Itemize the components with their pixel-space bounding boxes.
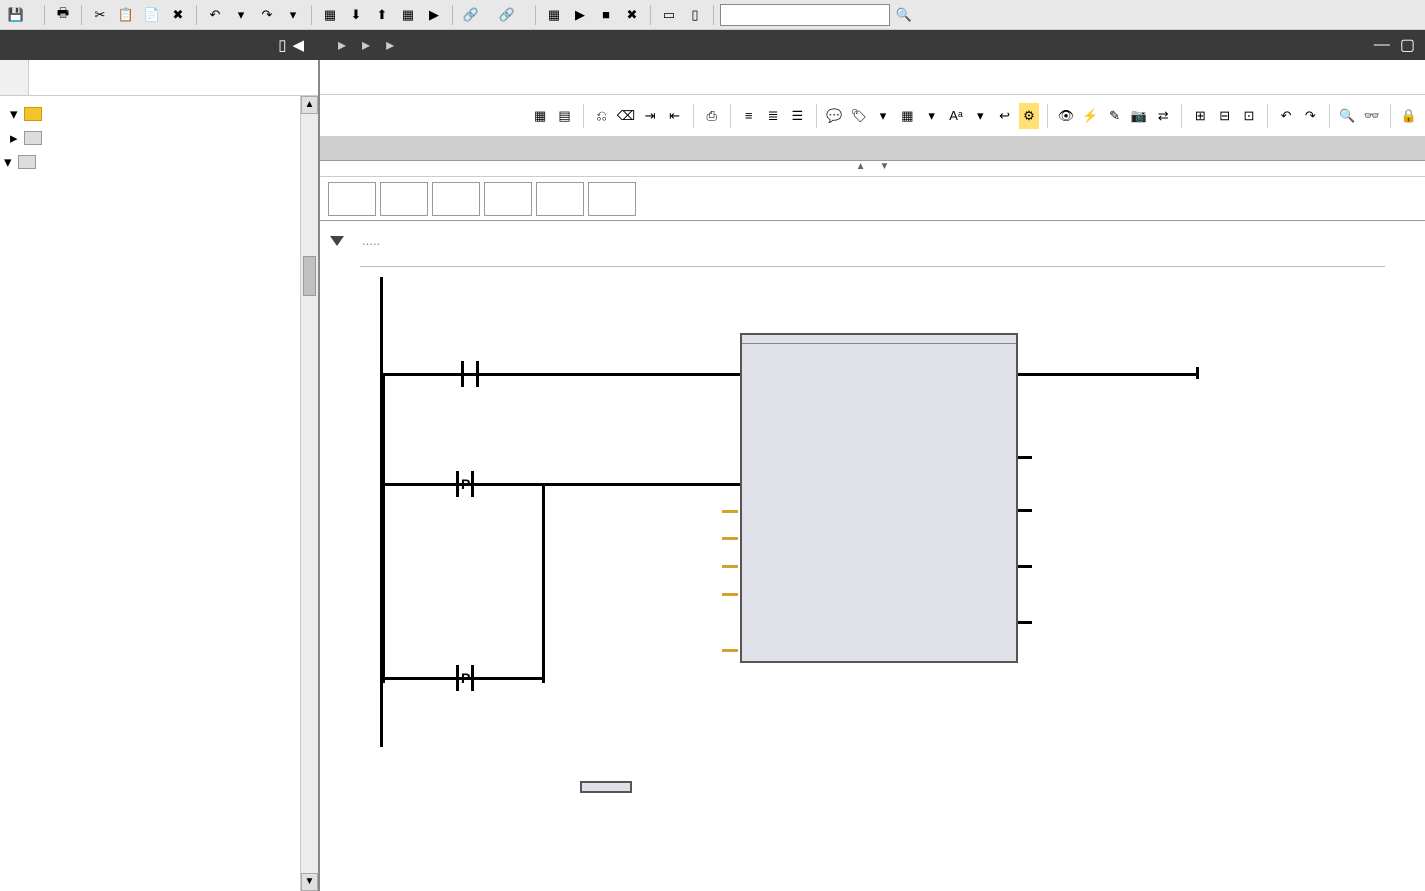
tree-folder-system-blocks[interactable]: ▸ — [0, 126, 300, 150]
lock-icon[interactable]: 🔒 — [1399, 103, 1419, 129]
lad-coil[interactable] — [432, 182, 480, 216]
project-search-input[interactable] — [720, 4, 890, 26]
scroll-thumb[interactable] — [303, 256, 316, 296]
comment-icon[interactable]: 💬 — [824, 103, 844, 129]
compile-icon[interactable]: ▦ — [318, 3, 342, 27]
font-icon[interactable]: Aᵃ — [946, 103, 966, 129]
lad-jump[interactable] — [588, 182, 636, 216]
dd1-icon[interactable]: ▾ — [873, 103, 893, 129]
dd2-icon[interactable]: ▾ — [922, 103, 942, 129]
zoom-icon[interactable]: 🔍 — [1337, 103, 1357, 129]
snapshot-icon[interactable]: 📷 — [1129, 103, 1149, 129]
go-online-icon[interactable]: 🔗 — [459, 3, 483, 27]
call-struct-icon[interactable]: ⊞ — [1190, 103, 1210, 129]
copy-icon[interactable]: 📋 — [114, 3, 138, 27]
download-icon[interactable]: ⬇ — [344, 3, 368, 27]
project-tree-panel: ▾ ▸ ▾ ▲ ▼ — [0, 60, 320, 891]
xref-icon[interactable]: ⊡ — [1239, 103, 1259, 129]
view-detail-icon[interactable]: ▤ — [554, 103, 574, 129]
stop-icon[interactable]: ■ — [594, 3, 618, 27]
editor-toolbar: ▦ ▤ ⎌ ⌫ ⇥ ⇤ ⎙ ≡ ≣ ☰ 💬 🏷 ▾ ▦ ▾ Aᵃ ▾ ↩ ⚙ 👁… — [320, 95, 1425, 137]
main-toolbar: 💾 🖶 ✂ 📋 📄 ✖ ↶ ▾ ↷ ▾ ▦ ⬇ ⬆ ▦ ▶ 🔗 🔗 ▦ ▶ ■ … — [0, 0, 1425, 30]
tree-tab[interactable] — [0, 60, 29, 95]
view-table-icon[interactable]: ▦ — [530, 103, 550, 129]
lad-nc-contact[interactable] — [380, 182, 428, 216]
interface-toggle[interactable]: ▲ ▼ — [320, 161, 1425, 177]
lad-branch[interactable] — [536, 182, 584, 216]
fb-title — [742, 335, 1016, 344]
cut-icon[interactable]: ✂ — [88, 3, 112, 27]
undo-icon[interactable]: ↶ — [203, 3, 227, 27]
wrap-icon[interactable]: ↩ — [994, 103, 1014, 129]
network-collapse-icon[interactable] — [330, 236, 344, 246]
contact-always-true[interactable] — [455, 361, 485, 387]
breadcrumb: ▸ ▸ ▸ — ▢ — [320, 30, 1425, 60]
close-conn-icon[interactable]: ✖ — [620, 3, 644, 27]
tree-folder-tech-objects[interactable]: ▾ — [0, 150, 300, 174]
start-icon[interactable]: ▶ — [568, 3, 592, 27]
align-r-icon[interactable]: ☰ — [787, 103, 807, 129]
paste-icon[interactable]: 📄 — [140, 3, 164, 27]
contact-start-screw[interactable]: P — [450, 665, 480, 691]
delete-icon[interactable]: ✖ — [166, 3, 190, 27]
align-c-icon[interactable]: ≣ — [763, 103, 783, 129]
device-icon[interactable]: ▦ — [396, 3, 420, 27]
tree-folder-program-blocks[interactable]: ▾ — [0, 102, 300, 126]
network-area[interactable]: ..... — [320, 221, 1425, 891]
network-comment[interactable] — [320, 250, 1425, 262]
align-l-icon[interactable]: ≡ — [739, 103, 759, 129]
tag-icon[interactable]: 🏷 — [849, 103, 869, 129]
tree-arrow-icon[interactable]: ◀ — [292, 36, 304, 54]
dep-icon[interactable]: ⊟ — [1214, 103, 1234, 129]
minimize-icon[interactable]: — — [1374, 36, 1390, 54]
ladder-diagram[interactable]: P P — [360, 277, 1425, 817]
editor-panel: ▦ ▤ ⎌ ⌫ ⇥ ⇤ ⎙ ≡ ≣ ☰ 💬 🏷 ▾ ▦ ▾ Aᵃ ▾ ↩ ⚙ 👁… — [320, 60, 1425, 891]
redo-icon[interactable]: ↷ — [255, 3, 279, 27]
goto-icon[interactable]: ⎙ — [701, 103, 721, 129]
print-icon[interactable]: 🖶 — [51, 3, 75, 27]
sim-icon[interactable]: ▶ — [422, 3, 446, 27]
mb-master-block[interactable] — [740, 333, 1018, 663]
highlight-icon[interactable]: ⚙ — [1019, 103, 1039, 129]
lad-empty-box[interactable] — [484, 182, 532, 216]
scroll-down-icon[interactable]: ▼ — [301, 873, 318, 891]
network2-icon[interactable]: ▦ — [897, 103, 917, 129]
scroll-up-icon[interactable]: ▲ — [301, 96, 318, 114]
split-h-icon[interactable]: ▭ — [657, 3, 681, 27]
monitor-icon[interactable]: 👁 — [1056, 103, 1076, 129]
search-exec-icon[interactable]: 🔍 — [892, 3, 916, 27]
nav-back-icon[interactable]: ↶ — [1276, 103, 1296, 129]
nav-fwd-icon[interactable]: ↷ — [1300, 103, 1320, 129]
redo-dd-icon[interactable]: ▾ — [281, 3, 305, 27]
tree-header: ▯ ◀ — [0, 30, 320, 60]
contact-tag112[interactable]: P — [450, 471, 480, 497]
project-tree[interactable]: ▾ ▸ ▾ — [0, 96, 300, 891]
upload-icon[interactable]: ⬆ — [370, 3, 394, 27]
move-block[interactable] — [580, 781, 632, 793]
hmi-icon[interactable]: ▦ — [542, 3, 566, 27]
go-offline-icon[interactable]: 🔗 — [495, 3, 519, 27]
save-icon[interactable]: 💾 — [4, 3, 28, 27]
undo-dd-icon[interactable]: ▾ — [229, 3, 253, 27]
glasses-icon[interactable]: 👓 — [1362, 103, 1382, 129]
lad-no-contact[interactable] — [328, 182, 376, 216]
tree-collapse-icon[interactable]: ▯ — [278, 36, 286, 54]
delete-network-icon[interactable]: ⌫ — [616, 103, 636, 129]
compare-icon[interactable]: ⇄ — [1153, 103, 1173, 129]
outdent-icon[interactable]: ⇤ — [664, 103, 684, 129]
tree-scrollbar[interactable]: ▲ ▼ — [300, 96, 318, 891]
insert-network-icon[interactable]: ⎌ — [591, 103, 611, 129]
block-interface-bar[interactable] — [320, 137, 1425, 161]
indent-icon[interactable]: ⇥ — [640, 103, 660, 129]
split-v-icon[interactable]: ▯ — [683, 3, 707, 27]
modify-icon[interactable]: ✎ — [1104, 103, 1124, 129]
dd3-icon[interactable]: ▾ — [970, 103, 990, 129]
lad-palette — [320, 177, 1425, 221]
force-icon[interactable]: ⚡ — [1080, 103, 1100, 129]
maximize-icon[interactable]: ▢ — [1400, 35, 1415, 55]
